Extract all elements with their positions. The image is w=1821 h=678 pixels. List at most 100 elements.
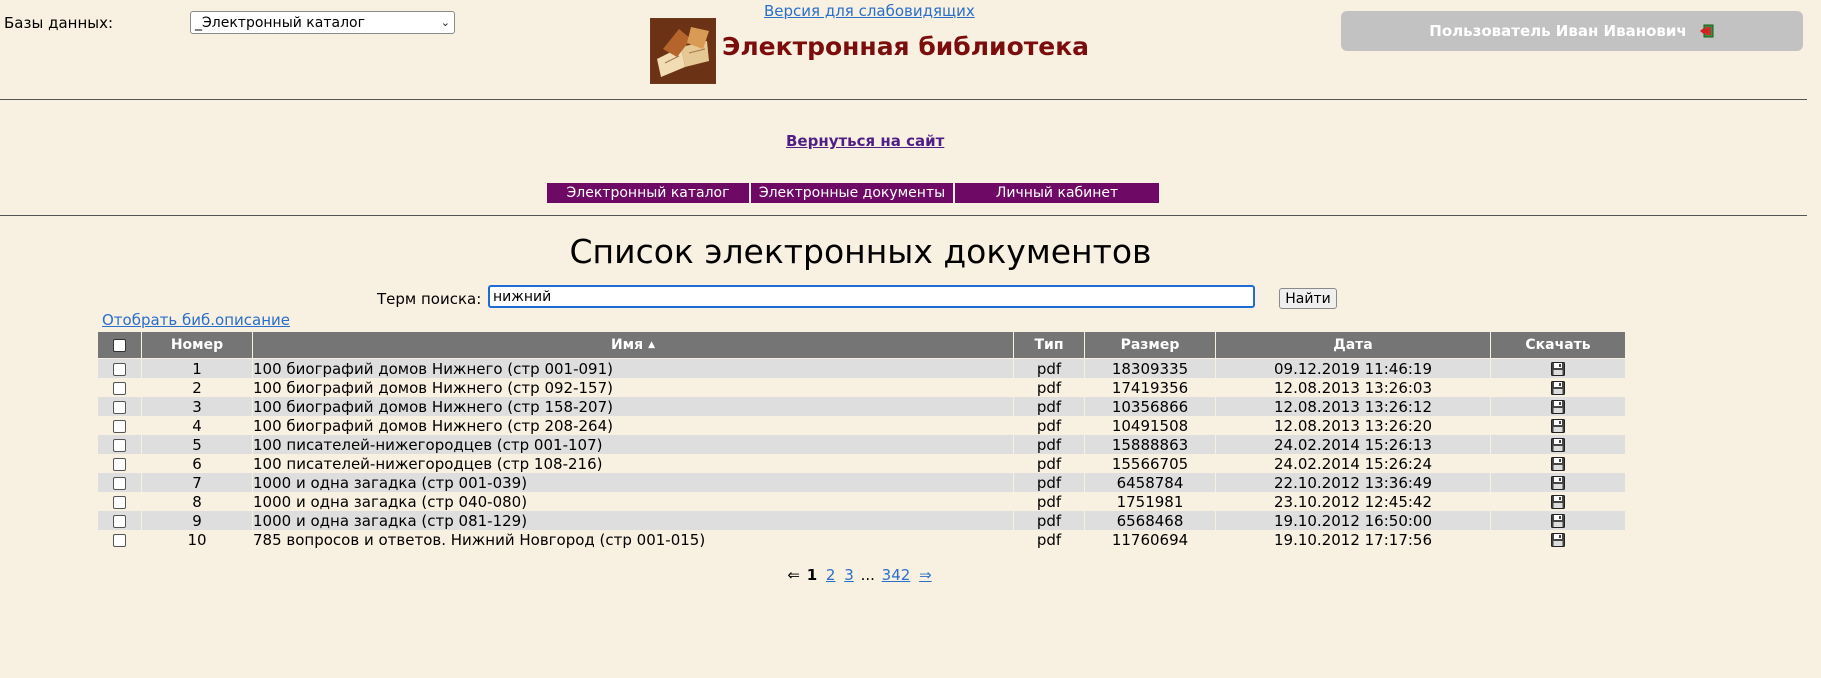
row-checkbox[interactable] bbox=[113, 533, 126, 547]
row-type: pdf bbox=[1013, 397, 1085, 416]
pager-page-2[interactable]: 2 bbox=[826, 566, 836, 584]
col-number-header[interactable]: Номер bbox=[141, 331, 253, 359]
download-icon[interactable] bbox=[1551, 533, 1565, 547]
documents-table: Номер Имя ▲ Тип Размер Дата Скачать 1 100 … bbox=[97, 331, 1626, 549]
col-type-header[interactable]: Тип bbox=[1013, 331, 1085, 359]
download-icon[interactable] bbox=[1551, 362, 1565, 376]
row-checkbox[interactable] bbox=[113, 419, 126, 433]
download-icon[interactable] bbox=[1551, 495, 1565, 509]
pager-page-3[interactable]: 3 bbox=[844, 566, 854, 584]
download-icon[interactable] bbox=[1551, 400, 1565, 414]
row-size: 10356866 bbox=[1084, 397, 1216, 416]
row-checkbox[interactable] bbox=[113, 381, 126, 395]
row-date: 24.02.2014 15:26:13 bbox=[1215, 435, 1491, 454]
row-type: pdf bbox=[1013, 416, 1085, 435]
pager-next[interactable]: ⇒ bbox=[919, 566, 932, 584]
select-all-checkbox[interactable] bbox=[113, 338, 126, 352]
search-button[interactable]: Найти bbox=[1279, 288, 1337, 309]
row-name: 100 биографий домов Нижнего (стр 001-091… bbox=[252, 358, 1014, 378]
row-select-cell bbox=[97, 416, 142, 435]
row-number: 9 bbox=[141, 511, 253, 530]
row-select-cell bbox=[97, 435, 142, 454]
row-name: 1000 и одна загадка (стр 001-039) bbox=[252, 473, 1014, 492]
row-select-cell bbox=[97, 473, 142, 492]
download-icon[interactable] bbox=[1551, 381, 1565, 395]
download-icon[interactable] bbox=[1551, 457, 1565, 471]
row-date: 24.02.2014 15:26:24 bbox=[1215, 454, 1491, 473]
row-checkbox[interactable] bbox=[113, 457, 126, 471]
main-nav: Электронный каталог Электронные документ… bbox=[547, 183, 1159, 203]
row-number: 10 bbox=[141, 530, 253, 549]
row-checkbox[interactable] bbox=[113, 400, 126, 414]
search-label: Терм поиска: bbox=[377, 290, 482, 308]
row-number: 5 bbox=[141, 435, 253, 454]
low-vision-version-link[interactable]: Версия для слабовидящих bbox=[764, 2, 975, 20]
row-date: 12.08.2013 13:26:03 bbox=[1215, 378, 1491, 397]
row-select-cell bbox=[97, 358, 142, 378]
row-date: 19.10.2012 17:17:56 bbox=[1215, 530, 1491, 549]
row-size: 18309335 bbox=[1084, 358, 1216, 378]
row-name: 1000 и одна загадка (стр 040-080) bbox=[252, 492, 1014, 511]
row-download-cell bbox=[1490, 397, 1626, 416]
download-icon[interactable] bbox=[1551, 476, 1565, 490]
pager-current-page: 1 bbox=[806, 566, 818, 584]
search-input[interactable]: нижний bbox=[488, 285, 1255, 308]
download-icon[interactable] bbox=[1551, 438, 1565, 452]
row-download-cell bbox=[1490, 358, 1626, 378]
row-size: 6458784 bbox=[1084, 473, 1216, 492]
row-type: pdf bbox=[1013, 435, 1085, 454]
nav-item-catalog[interactable]: Электронный каталог bbox=[547, 183, 751, 203]
row-name: 1000 и одна загадка (стр 081-129) bbox=[252, 511, 1014, 530]
row-checkbox[interactable] bbox=[113, 476, 126, 490]
col-size-header[interactable]: Размер bbox=[1084, 331, 1216, 359]
table-row: 8 1000 и одна загадка (стр 040-080) pdf 175… bbox=[97, 492, 1626, 511]
row-name: 100 биографий домов Нижнего (стр 208-264… bbox=[252, 416, 1014, 435]
table-row: 6 100 писателей-нижегородцев (стр 108-216… bbox=[97, 454, 1626, 473]
row-number: 2 bbox=[141, 378, 253, 397]
database-label: Базы данных: bbox=[4, 14, 114, 32]
col-date-header[interactable]: Дата bbox=[1215, 331, 1491, 359]
download-icon[interactable] bbox=[1551, 419, 1565, 433]
row-checkbox[interactable] bbox=[113, 362, 126, 376]
database-select-value: _Электронный каталог bbox=[195, 14, 365, 31]
back-to-site-link[interactable]: Вернуться на сайт bbox=[786, 132, 944, 150]
user-panel[interactable]: Пользователь Иван Иванович bbox=[1341, 11, 1803, 51]
show-bib-description-link[interactable]: Отобрать биб.описание bbox=[102, 311, 290, 329]
col-name-header[interactable]: Имя ▲ bbox=[252, 331, 1014, 359]
row-checkbox[interactable] bbox=[113, 495, 126, 509]
row-download-cell bbox=[1490, 492, 1626, 511]
download-icon[interactable] bbox=[1551, 514, 1565, 528]
table-row: 9 1000 и одна загадка (стр 081-129) pdf 656… bbox=[97, 511, 1626, 530]
row-type: pdf bbox=[1013, 454, 1085, 473]
pager-last-page[interactable]: 342 bbox=[882, 566, 911, 584]
table-row: 7 1000 и одна загадка (стр 001-039) pdf 645… bbox=[97, 473, 1626, 492]
pager-ellipsis: ... bbox=[860, 566, 875, 584]
row-download-cell bbox=[1490, 378, 1626, 397]
row-date: 23.10.2012 12:45:42 bbox=[1215, 492, 1491, 511]
row-checkbox[interactable] bbox=[113, 438, 126, 452]
chevron-down-icon: ⌄ bbox=[440, 16, 450, 29]
row-size: 15566705 bbox=[1084, 454, 1216, 473]
row-select-cell bbox=[97, 397, 142, 416]
row-size: 1751981 bbox=[1084, 492, 1216, 511]
sort-asc-icon: ▲ bbox=[648, 340, 656, 350]
table-row: 4 100 биографий домов Нижнего (стр 208-26… bbox=[97, 416, 1626, 435]
row-date: 22.10.2012 13:36:49 bbox=[1215, 473, 1491, 492]
row-select-cell bbox=[97, 454, 142, 473]
row-select-cell bbox=[97, 530, 142, 549]
select-all-cell bbox=[97, 331, 142, 359]
row-download-cell bbox=[1490, 435, 1626, 454]
nav-item-documents[interactable]: Электронные документы bbox=[751, 183, 955, 203]
row-size: 17419356 bbox=[1084, 378, 1216, 397]
row-checkbox[interactable] bbox=[113, 514, 126, 528]
row-download-cell bbox=[1490, 530, 1626, 549]
row-type: pdf bbox=[1013, 511, 1085, 530]
nav-divider bbox=[0, 215, 1807, 216]
header-divider bbox=[0, 99, 1807, 100]
table-row: 3 100 биографий домов Нижнего (стр 158-20… bbox=[97, 397, 1626, 416]
database-select[interactable]: _Электронный каталог ⌄ bbox=[190, 11, 455, 34]
table-row: 2 100 биографий домов Нижнего (стр 092-15… bbox=[97, 378, 1626, 397]
row-date: 09.12.2019 11:46:19 bbox=[1215, 358, 1491, 378]
logout-icon[interactable] bbox=[1699, 24, 1715, 38]
nav-item-cabinet[interactable]: Личный кабинет bbox=[955, 183, 1159, 203]
